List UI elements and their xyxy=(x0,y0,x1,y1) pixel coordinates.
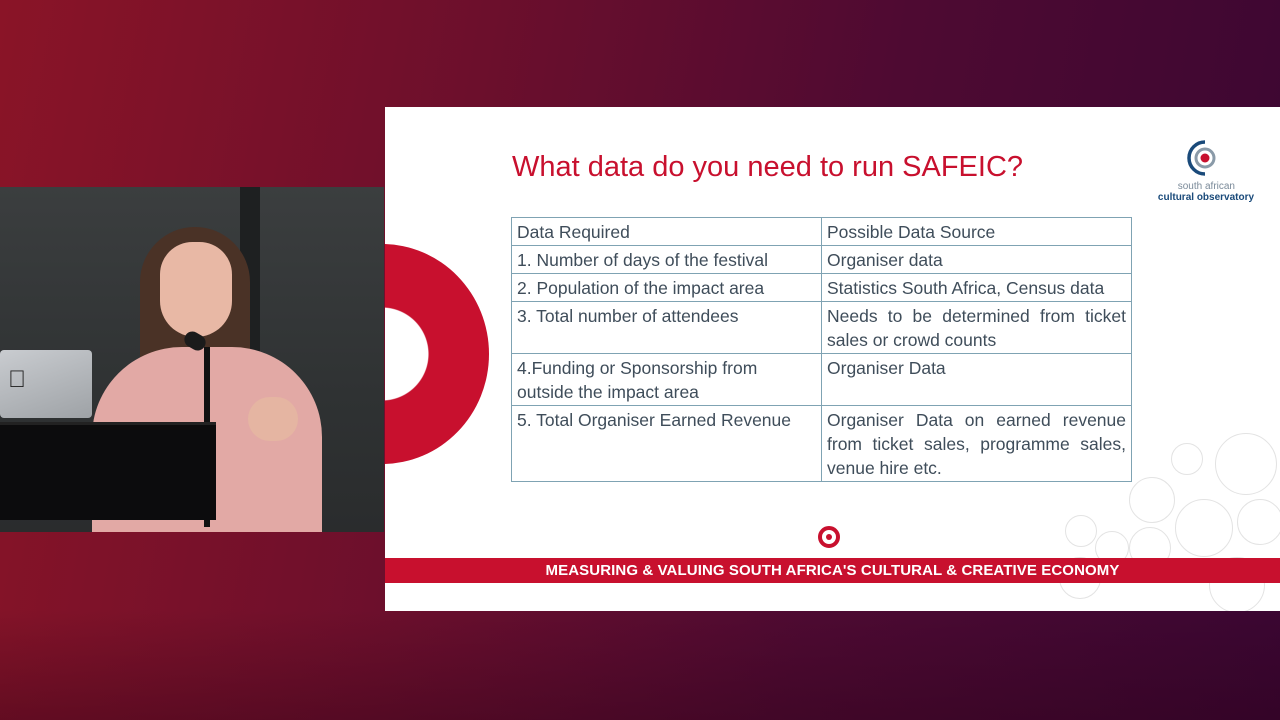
apple-icon:  xyxy=(8,368,26,392)
laptop:  xyxy=(0,350,92,418)
speaker-face xyxy=(160,242,232,337)
table-header-cell: Possible Data Source xyxy=(821,217,1132,246)
podium xyxy=(0,422,216,520)
decorative-red-ring xyxy=(385,244,489,464)
table-row: 5. Total Organiser Earned Revenue Organi… xyxy=(511,405,1132,482)
table-cell: Needs to be determined from ticket sales… xyxy=(821,301,1132,354)
data-requirements-table: Data Required Possible Data Source 1. Nu… xyxy=(511,217,1132,482)
observatory-logo-icon xyxy=(1187,140,1216,176)
logo-text-line2: cultural observatory xyxy=(1157,192,1255,203)
slide-progress-dot xyxy=(818,526,840,548)
table-header-row: Data Required Possible Data Source xyxy=(511,217,1132,246)
slide-title: What data do you need to run SAFEIC? xyxy=(512,151,1024,183)
table-cell: 4.Funding or Sponsorship from outside th… xyxy=(511,353,822,406)
speaker-hand xyxy=(248,397,298,441)
background-gradient xyxy=(0,610,1280,720)
speaker-video:  xyxy=(0,187,384,532)
cultural-observatory-logo: south african cultural observatory xyxy=(1147,139,1265,207)
presentation-slide: What data do you need to run SAFEIC? sou… xyxy=(385,107,1280,611)
table-row: 4.Funding or Sponsorship from outside th… xyxy=(511,353,1132,406)
table-cell: 3. Total number of attendees xyxy=(511,301,822,354)
table-cell: Organiser Data xyxy=(821,353,1132,406)
table-cell: 5. Total Organiser Earned Revenue xyxy=(511,405,822,482)
table-cell: 2. Population of the impact area xyxy=(511,273,822,302)
table-header-cell: Data Required xyxy=(511,217,822,246)
logo-text-line1: south african xyxy=(1177,181,1235,192)
table-cell: Organiser data xyxy=(821,245,1132,274)
slide-banner: MEASURING & VALUING SOUTH AFRICA'S CULTU… xyxy=(385,558,1280,583)
table-row: 3. Total number of attendees Needs to be… xyxy=(511,301,1132,354)
table-row: 2. Population of the impact area Statist… xyxy=(511,273,1132,302)
table-row: 1. Number of days of the festival Organi… xyxy=(511,245,1132,274)
table-cell: Statistics South Africa, Census data xyxy=(821,273,1132,302)
decorative-circles xyxy=(1059,427,1280,611)
table-cell: 1. Number of days of the festival xyxy=(511,245,822,274)
